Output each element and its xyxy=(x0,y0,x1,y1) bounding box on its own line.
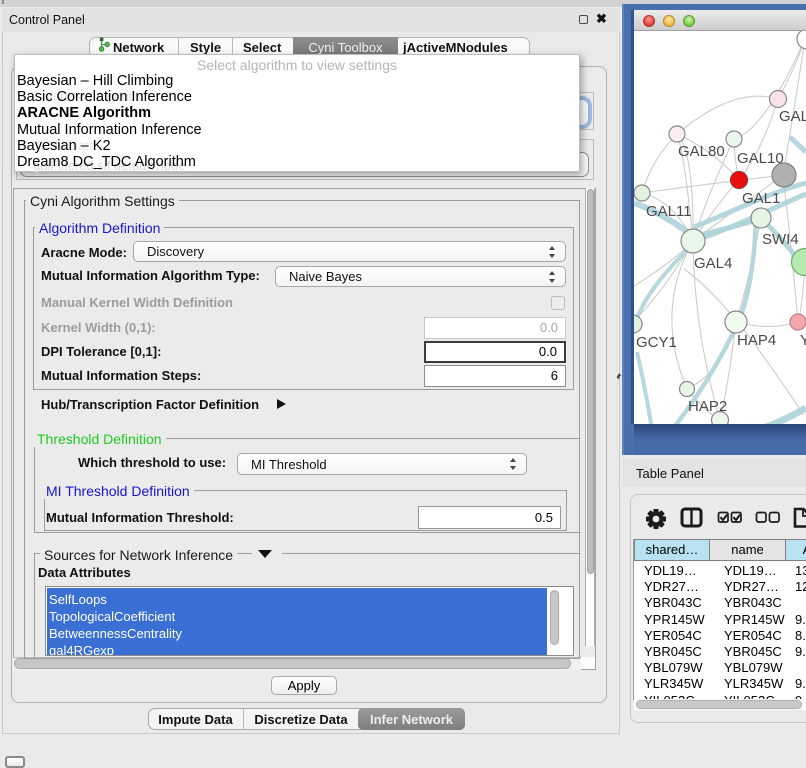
svg-text:GAL10: GAL10 xyxy=(737,150,784,167)
svg-text:GAL7: GAL7 xyxy=(779,108,806,125)
svg-text:SWI4: SWI4 xyxy=(762,231,799,248)
svg-text:GAL11: GAL11 xyxy=(646,203,692,220)
svg-text:GAL4: GAL4 xyxy=(694,255,732,272)
svg-text:GCY1: GCY1 xyxy=(636,334,677,351)
svg-text:HAP2: HAP2 xyxy=(688,398,727,415)
svg-text:GAL1: GAL1 xyxy=(742,190,780,207)
svg-text:Y: Y xyxy=(800,332,806,349)
svg-text:GAL80: GAL80 xyxy=(678,143,725,160)
svg-text:HAP4: HAP4 xyxy=(737,332,776,349)
